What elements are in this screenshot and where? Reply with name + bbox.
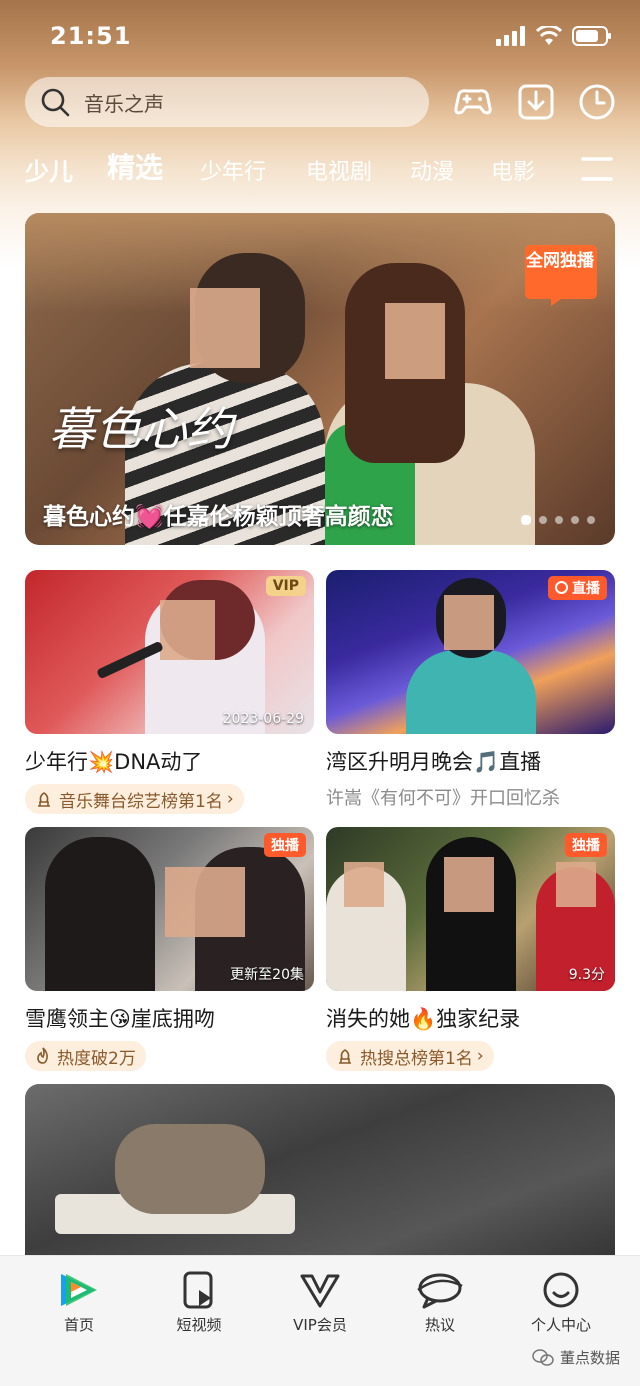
content-card[interactable]: 独播 更新至20集 雪鹰领主😘崖底拥吻 热度破2万	[25, 827, 314, 1071]
vip-tag: VIP	[265, 576, 306, 596]
watermark: 董点数据	[532, 1347, 620, 1368]
chevron-right-icon: ›	[226, 789, 234, 809]
signal-icon	[496, 26, 525, 46]
card-title[interactable]: 消失的她🔥独家纪录	[326, 1003, 615, 1033]
hero-show-logo: 暮色心约	[49, 402, 233, 456]
carousel-dot[interactable]	[587, 516, 595, 524]
blurred-face	[556, 862, 596, 907]
carousel-dot[interactable]	[521, 515, 531, 525]
card-title[interactable]: 少年行💥DNA动了	[25, 746, 314, 776]
search-placeholder: 音乐之声	[84, 91, 164, 116]
carousel-dot[interactable]	[539, 516, 547, 524]
exclusive-badge: 全网独播	[521, 243, 599, 307]
nav-label: 首页	[63, 1316, 94, 1334]
blurred-face	[190, 288, 260, 368]
tab-kids[interactable]: 少儿	[25, 152, 73, 187]
search-bar[interactable]: 音乐之声	[25, 77, 429, 127]
tab-anime[interactable]: 动漫	[410, 154, 454, 186]
card-date: 2023-06-29	[222, 711, 304, 727]
nav-label: 热议	[424, 1316, 455, 1334]
content-card[interactable]: 直播 湾区升明月晚会🎵直播 许嵩《有何不可》开口回忆杀	[326, 570, 615, 810]
card-thumbnail[interactable]: 独播 9.3分	[326, 827, 615, 991]
trophy-icon	[339, 1049, 351, 1064]
blurred-face	[444, 595, 494, 650]
hero-caption: 暮色心约💓任嘉伦杨颖顶奢高颜恋	[43, 504, 394, 530]
discussion-icon	[417, 1273, 463, 1309]
chevron-right-icon: ›	[476, 1046, 484, 1066]
blurred-face	[444, 857, 494, 912]
status-time: 21:51	[50, 22, 132, 50]
game-controller-icon[interactable]	[453, 82, 493, 122]
rank-chip[interactable]: 音乐舞台综艺榜第1名 ›	[25, 784, 244, 814]
trophy-icon	[38, 792, 50, 807]
content-card[interactable]: VIP 2023-06-29 少年行💥DNA动了 音乐舞台综艺榜第1名 ›	[25, 570, 314, 814]
card-thumbnail[interactable]: VIP 2023-06-29	[25, 570, 314, 734]
status-icons	[496, 26, 612, 46]
card-title[interactable]: 湾区升明月晚会🎵直播	[326, 746, 615, 776]
card-title[interactable]: 雪鹰领主😘崖底拥吻	[25, 1003, 314, 1033]
tab-tv-series[interactable]: 电视剧	[306, 154, 372, 186]
search-icon	[41, 88, 70, 117]
battery-icon	[572, 26, 611, 46]
carousel-dot[interactable]	[555, 516, 563, 524]
short-video-icon	[183, 1271, 213, 1309]
bottom-navigation: 首页 短视频 VIP会员 热议 个人中心 董点数据	[0, 1255, 640, 1386]
content-card[interactable]: 独播 9.3分 消失的她🔥独家纪录 热搜总榜第1名 ›	[326, 827, 615, 1071]
wechat-icon	[532, 1348, 554, 1366]
thumb-figure	[406, 650, 536, 734]
rank-chip[interactable]: 热搜总榜第1名 ›	[326, 1041, 494, 1071]
hero-banner[interactable]: 暮色心约 全网独播 暮色心约💓任嘉伦杨颖顶奢高颜恋	[25, 213, 615, 545]
hot-text: 热度破2万	[57, 1048, 136, 1069]
episode-status: 更新至20集	[230, 967, 304, 983]
tab-shaonianxing[interactable]: 少年行	[200, 154, 266, 186]
exclusive-tag: 独播	[264, 833, 306, 857]
channel-tabs: 少儿 精选 少年行 电视剧 动漫 电影	[0, 150, 640, 194]
thumb-figure	[45, 837, 155, 991]
tab-featured[interactable]: 精选	[107, 146, 163, 186]
nav-profile[interactable]: 个人中心	[511, 1270, 611, 1335]
blurred-face	[165, 867, 245, 937]
download-icon[interactable]	[516, 82, 556, 122]
watermark-text: 董点数据	[559, 1349, 620, 1367]
exclusive-tag: 独播	[565, 833, 607, 857]
hot-chip[interactable]: 热度破2万	[25, 1041, 146, 1071]
card-thumbnail[interactable]: 独播 更新至20集	[25, 827, 314, 991]
nav-short-video[interactable]: 短视频	[149, 1270, 249, 1335]
wifi-icon	[536, 26, 562, 45]
badge-text: 全网独播	[526, 251, 594, 271]
nav-label: 个人中心	[530, 1316, 591, 1334]
nav-vip[interactable]: VIP会员	[270, 1270, 370, 1335]
live-dot-icon	[555, 581, 568, 594]
menu-icon[interactable]	[581, 156, 613, 182]
nav-discussion[interactable]: 热议	[390, 1270, 490, 1335]
nav-home[interactable]: 首页	[29, 1270, 129, 1335]
live-tag-text: 直播	[572, 581, 600, 597]
history-icon[interactable]	[577, 82, 617, 122]
card-thumbnail[interactable]: 直播	[326, 570, 615, 734]
carousel-dot[interactable]	[571, 516, 579, 524]
card-subtitle: 许嵩《有何不可》开口回忆杀	[326, 788, 560, 809]
nav-label: VIP会员	[293, 1316, 347, 1334]
blurred-face	[344, 862, 384, 907]
vip-icon	[300, 1274, 340, 1308]
rank-text: 热搜总榜第1名	[360, 1048, 473, 1069]
live-tag: 直播	[548, 576, 607, 600]
tab-movies[interactable]: 电影	[491, 154, 535, 186]
status-bar: 21:51	[0, 0, 640, 76]
featured-video-card[interactable]	[25, 1084, 615, 1284]
blurred-face	[160, 600, 215, 660]
nav-label: 短视频	[176, 1316, 222, 1334]
home-logo-icon	[61, 1274, 97, 1306]
thumb-hand	[115, 1124, 265, 1214]
rank-text: 音乐舞台综艺榜第1名	[59, 791, 223, 812]
blurred-face	[385, 303, 445, 379]
carousel-dots[interactable]	[521, 515, 595, 525]
rating: 9.3分	[568, 967, 605, 983]
flame-icon	[37, 1047, 48, 1064]
profile-icon	[543, 1272, 579, 1308]
